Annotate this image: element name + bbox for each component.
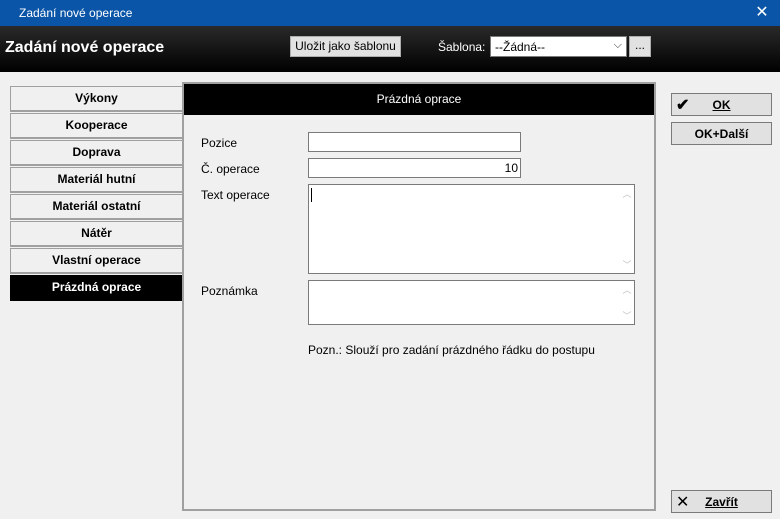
window-titlebar: Zadání nové operace ✕ [0,0,780,26]
tab-vlastni-operace[interactable]: Vlastní operace [10,248,183,274]
ok-label: OK [712,98,731,112]
close-button[interactable]: ✕ Zavřít [671,490,772,513]
poznamka-label: Poznámka [201,284,258,298]
text-cursor [311,188,312,202]
pozice-field[interactable] [308,132,521,152]
template-select-value: --Žádná-- [495,40,546,54]
dialog-header: Zadání nové operace Uložit jako šablonu … [0,26,780,72]
operation-type-tabs: Výkony Kooperace Doprava Materiál hutní … [10,86,183,302]
tab-vykony[interactable]: Výkony [10,86,183,112]
pozice-label: Pozice [201,136,238,150]
scroll-up-icon[interactable]: ︿ [621,283,633,296]
template-select[interactable]: --Žádná-- ⌵ [490,36,627,57]
tab-material-hutni[interactable]: Materiál hutní [10,167,183,193]
scroll-down-icon[interactable]: ﹀ [621,258,633,271]
ok-button[interactable]: ✔ OK [671,93,772,116]
ok-next-label: OK+Další [694,127,749,141]
panel-title: Prázdná oprace [184,84,654,115]
template-browse-button[interactable]: ... [629,36,651,57]
operation-panel: Prázdná oprace Pozice Č. operace 10 Text… [182,82,656,511]
chevron-down-icon: ⌵ [613,39,622,51]
cislo-operace-field[interactable]: 10 [308,158,521,178]
dialog-title: Zadání nové operace [5,39,165,56]
window-title: Zadání nové operace [19,6,133,20]
scroll-up-icon[interactable]: ︿ [621,187,633,200]
tab-doprava[interactable]: Doprava [10,140,183,166]
close-label: Zavřít [705,495,738,509]
close-icon[interactable]: ✕ [744,0,780,26]
tab-prazdna-oprace[interactable]: Prázdná oprace [10,275,183,301]
poznamka-field[interactable]: ︿ ﹀ [308,280,635,325]
cislo-operace-label: Č. operace [201,162,260,176]
text-operace-label: Text operace [201,188,270,202]
tab-kooperace[interactable]: Kooperace [10,113,183,139]
ok-next-button[interactable]: OK+Další [671,122,772,145]
template-label: Šablona: [438,40,486,54]
panel-note: Pozn.: Slouží pro zadání prázdného řádku… [308,343,595,357]
save-template-button[interactable]: Uložit jako šablonu [290,36,401,57]
tab-nater[interactable]: Nátěr [10,221,183,247]
text-operace-field[interactable]: ︿ ﹀ [308,184,635,274]
tab-material-ostatni[interactable]: Materiál ostatní [10,194,183,220]
scroll-down-icon[interactable]: ﹀ [621,309,633,322]
